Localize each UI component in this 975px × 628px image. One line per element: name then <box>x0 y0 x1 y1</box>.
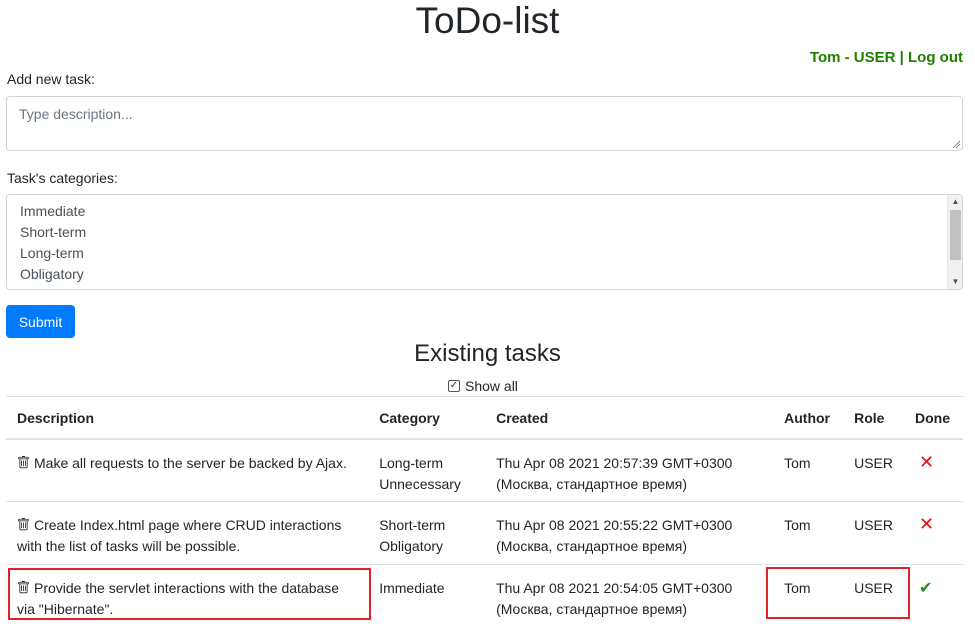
task-description: Provide the servlet interactions with th… <box>17 580 340 617</box>
column-header-role: Role <box>843 396 904 440</box>
task-created-zone: (Москва, стандартное время) <box>496 475 688 492</box>
task-author: Tom <box>773 564 844 628</box>
check-icon[interactable]: ✔ <box>915 580 932 597</box>
task-description-cell: Provide the servlet interactions with th… <box>6 564 369 628</box>
task-category: Immediate <box>379 580 445 596</box>
current-user: Tom - USER <box>809 49 896 66</box>
task-author: Tom <box>773 438 844 502</box>
task-category-cell: Immediate <box>368 564 486 628</box>
submit-button[interactable]: Submit <box>6 305 75 338</box>
trash-icon[interactable] <box>17 455 30 469</box>
scroll-thumb[interactable] <box>950 210 961 260</box>
category-option-long-term[interactable]: Long-term <box>7 243 962 264</box>
task-category: Long-term <box>379 454 444 471</box>
categories-label: Task's categories: <box>7 170 118 186</box>
user-separator: | <box>899 49 904 66</box>
task-created-date: Thu Apr 08 2021 20:54:05 GMT+0300 <box>496 580 733 596</box>
show-all-toggle[interactable]: ✓ Show all <box>448 378 518 394</box>
task-description: Make all requests to the server be backe… <box>34 454 347 471</box>
task-created-cell: Thu Apr 08 2021 20:57:39 GMT+0300 (Москва… <box>485 438 774 502</box>
show-all-checkbox[interactable]: ✓ <box>448 380 460 392</box>
task-description-cell: Make all requests to the server be backe… <box>6 438 369 502</box>
logout-link[interactable]: Log out <box>908 49 963 66</box>
column-header-category: Category <box>368 396 486 440</box>
task-role: USER <box>843 438 904 502</box>
task-created-date: Thu Apr 08 2021 20:57:39 GMT+0300 <box>496 454 733 471</box>
column-header-created: Created <box>485 396 774 440</box>
task-done-cell: ✕ <box>904 438 963 502</box>
task-created-cell: Thu Apr 08 2021 20:55:22 GMT+0300 (Москва… <box>485 501 774 565</box>
cross-icon[interactable]: ✕ <box>915 452 934 472</box>
user-bar: Tom - USER | Log out <box>810 49 963 66</box>
task-category: Short-term <box>379 517 446 533</box>
column-header-done: Done <box>904 396 963 440</box>
scroll-down-arrow-icon[interactable]: ▼ <box>948 275 962 289</box>
task-category-cell: Long-term Unnecessary <box>368 438 486 502</box>
table-header-row: Description Category Created Author Role… <box>6 396 963 440</box>
categories-select[interactable]: Immediate Short-term Long-term Obligator… <box>6 194 963 290</box>
existing-tasks-title: Existing tasks <box>414 340 561 367</box>
task-role: USER <box>843 501 904 565</box>
table-row: Create Index.html page where CRUD intera… <box>6 501 963 565</box>
category-option-short-term[interactable]: Short-term <box>7 222 962 243</box>
trash-icon[interactable] <box>17 581 30 594</box>
task-category: Unnecessary <box>379 475 461 492</box>
column-header-author: Author <box>773 396 844 440</box>
task-done-cell: ✔ <box>904 564 963 628</box>
categories-scrollbar[interactable]: ▲ ▼ <box>947 195 962 289</box>
task-author: Tom <box>773 501 844 565</box>
task-created-zone: (Москва, стандартное время) <box>496 601 688 617</box>
page-title: ToDo-list <box>415 0 560 41</box>
task-done-cell: ✕ <box>904 501 963 565</box>
scroll-up-arrow-icon[interactable]: ▲ <box>948 195 962 209</box>
task-created-zone: (Москва, стандартное время) <box>496 538 688 554</box>
add-task-label: Add new task: <box>7 71 95 87</box>
task-created-date: Thu Apr 08 2021 20:55:22 GMT+0300 <box>496 517 733 533</box>
category-option-immediate[interactable]: Immediate <box>7 201 962 222</box>
category-option-obligatory[interactable]: Obligatory <box>7 264 962 285</box>
table-row: Provide the servlet interactions with th… <box>6 564 963 628</box>
task-category-cell: Short-term Obligatory <box>368 501 486 565</box>
description-input[interactable] <box>6 96 963 151</box>
task-description: Create Index.html page where CRUD intera… <box>17 517 342 554</box>
table-row: Make all requests to the server be backe… <box>6 438 963 502</box>
column-header-description: Description <box>6 396 369 440</box>
task-created-cell: Thu Apr 08 2021 20:54:05 GMT+0300 (Москва… <box>485 564 774 628</box>
tasks-table: Description Category Created Author Role… <box>6 396 963 628</box>
cross-icon[interactable]: ✕ <box>915 514 934 534</box>
trash-icon[interactable] <box>17 518 30 531</box>
task-description-cell: Create Index.html page where CRUD intera… <box>6 501 369 565</box>
task-category: Obligatory <box>379 538 444 554</box>
show-all-label[interactable]: Show all <box>465 378 518 394</box>
task-role: USER <box>843 564 904 628</box>
